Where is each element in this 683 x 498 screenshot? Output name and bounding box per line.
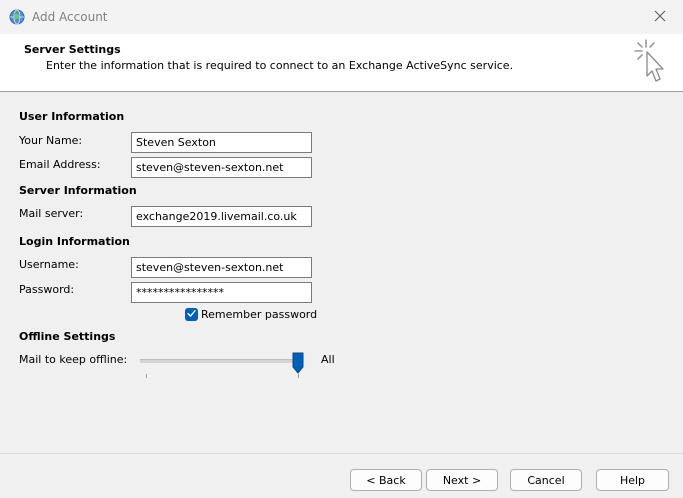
mail-server-input[interactable] xyxy=(131,206,312,227)
page-title: Server Settings xyxy=(24,43,121,56)
close-icon xyxy=(654,10,666,25)
mail-to-keep-offline-label: Mail to keep offline: xyxy=(19,353,128,366)
password-label: Password: xyxy=(19,283,75,296)
page-description: Enter the information that is required t… xyxy=(46,59,514,72)
title-bar: Add Account xyxy=(0,0,683,34)
remember-password-checkbox[interactable] xyxy=(185,308,198,321)
section-login-information: Login Information xyxy=(19,235,130,248)
username-label: Username: xyxy=(19,258,79,271)
help-button[interactable]: Help xyxy=(596,469,669,491)
slider-tick xyxy=(146,374,147,378)
close-button[interactable] xyxy=(637,0,683,34)
header-band: Server Settings Enter the information th… xyxy=(0,34,683,92)
section-server-information: Server Information xyxy=(19,184,137,197)
email-address-input[interactable] xyxy=(131,157,312,178)
cursor-click-icon xyxy=(630,38,670,86)
password-input[interactable] xyxy=(131,282,312,303)
cancel-button[interactable]: Cancel xyxy=(510,469,582,491)
section-user-information: User Information xyxy=(19,110,125,123)
back-button[interactable]: < Back xyxy=(350,469,422,491)
offline-slider-thumb[interactable] xyxy=(292,352,304,374)
remember-password-label: Remember password xyxy=(201,308,318,321)
offline-slider-value: All xyxy=(321,353,335,366)
window-title: Add Account xyxy=(32,10,108,24)
offline-slider-track[interactable] xyxy=(140,359,302,363)
username-input[interactable] xyxy=(131,257,312,278)
email-address-label: Email Address: xyxy=(19,158,101,171)
your-name-label: Your Name: xyxy=(19,134,83,147)
checkmark-icon xyxy=(187,308,196,321)
mail-server-label: Mail server: xyxy=(19,207,84,220)
section-offline-settings: Offline Settings xyxy=(19,330,116,343)
your-name-input[interactable] xyxy=(131,132,312,153)
slider-tick xyxy=(298,374,299,378)
footer-divider xyxy=(0,453,683,454)
next-button[interactable]: Next > xyxy=(426,469,498,491)
globe-icon xyxy=(9,9,25,25)
